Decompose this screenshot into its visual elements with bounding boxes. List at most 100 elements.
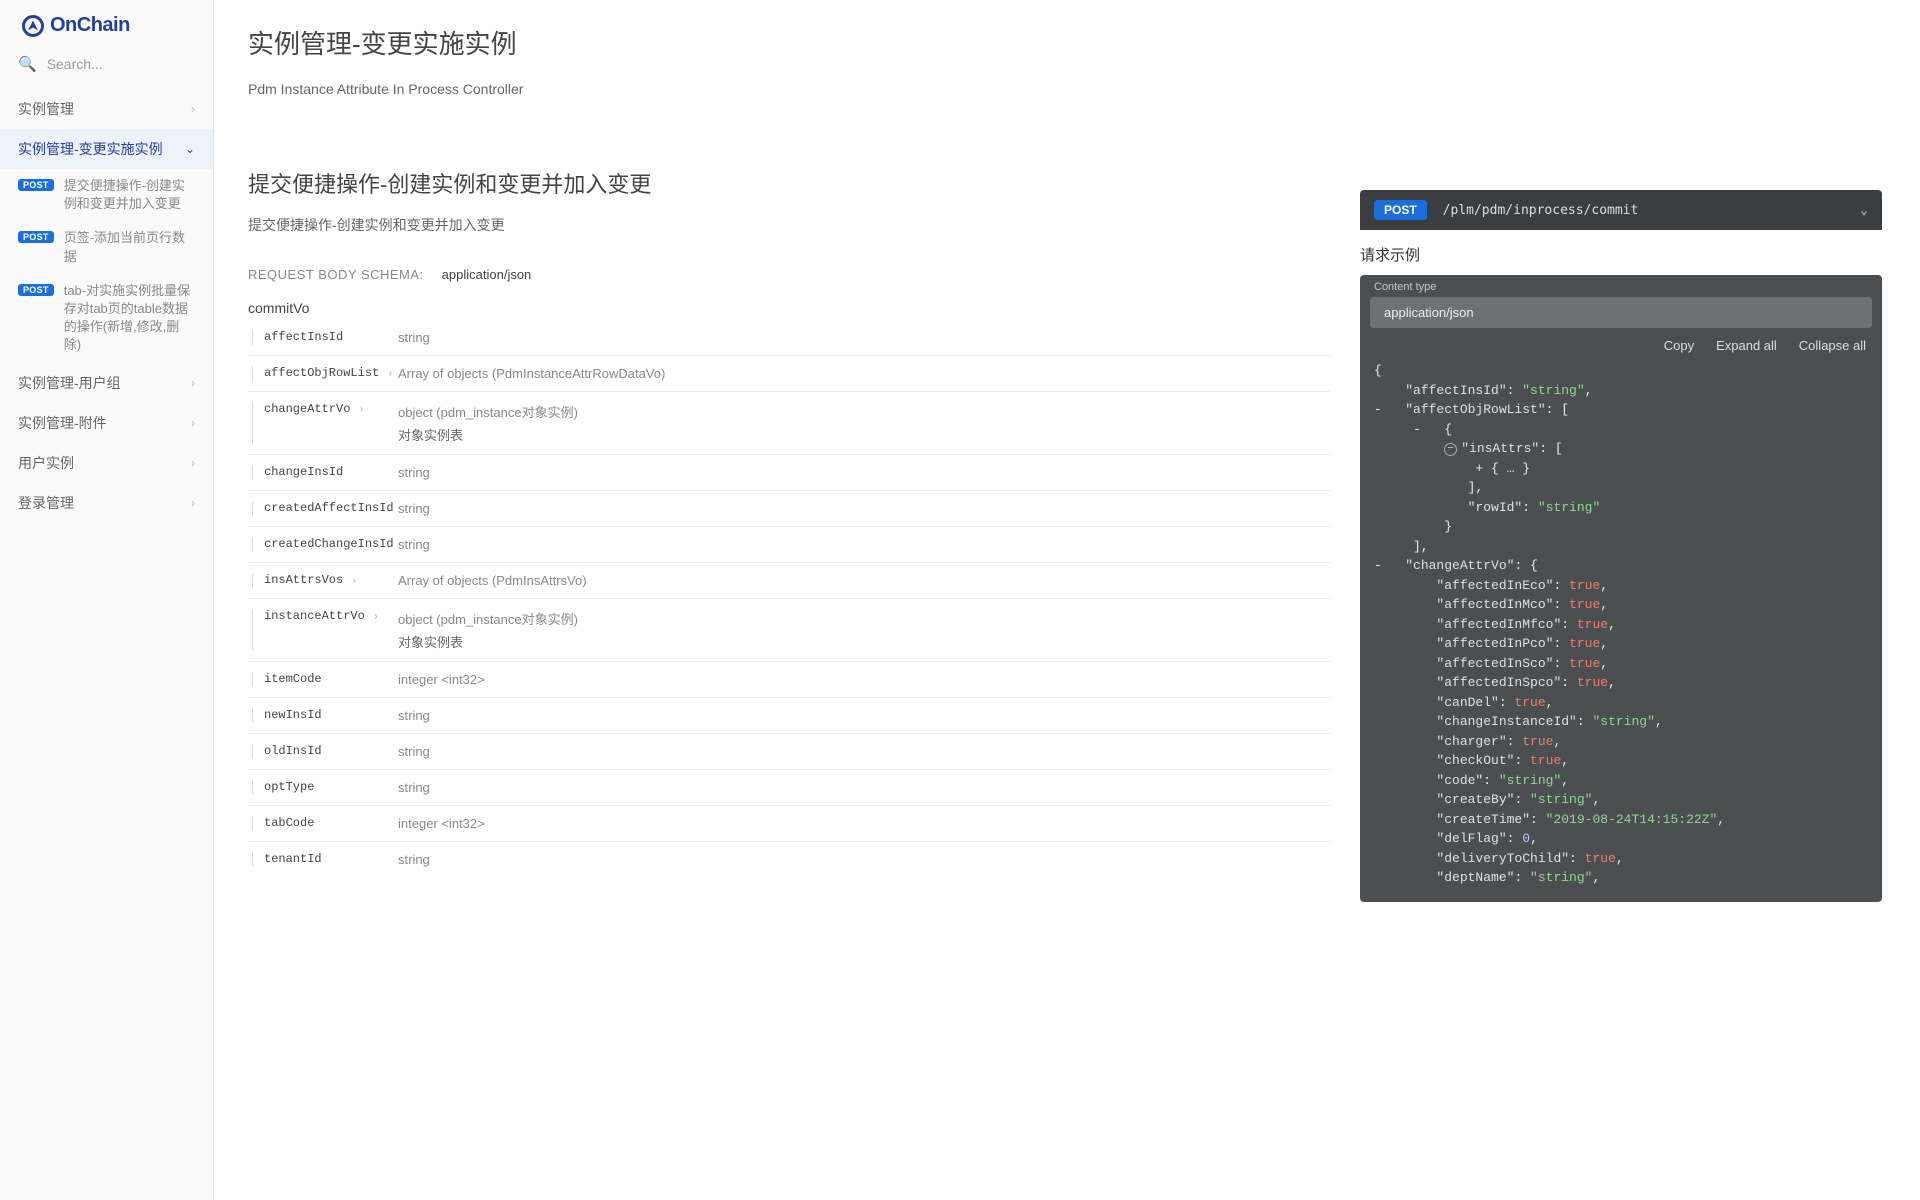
chevron-right-icon: ›: [191, 416, 195, 430]
schema-row: createdAffectInsIdstring: [248, 491, 1330, 527]
schema-row: createdChangeInsIdstring: [248, 527, 1330, 563]
code-tools: Copy Expand all Collapse all: [1360, 328, 1882, 359]
sidebar-group-login[interactable]: 登录管理 ›: [0, 483, 213, 523]
chevron-down-icon: ⌄: [185, 142, 195, 156]
schema-row: optTypestring: [248, 770, 1330, 806]
code-card: Content type application/json Copy Expan…: [1360, 275, 1882, 902]
schema-row: tenantIdstring: [248, 842, 1330, 877]
operation-subtitle: 提交便捷操作-创建实例和变更并加入变更: [248, 215, 1330, 235]
schema-row: oldInsIdstring: [248, 734, 1330, 770]
sidebar-op-tab-add[interactable]: POST 页签-添加当前页行数据: [0, 221, 213, 273]
schema-row: newInsIdstring: [248, 698, 1330, 734]
sidebar-group-usergroup[interactable]: 实例管理-用户组 ›: [0, 363, 213, 403]
sidebar-item-label: tab-对实施实例批量保存对tab页的table数据的操作(新增,修改,删除): [64, 282, 195, 355]
schema-key: insAttrsVos ›: [248, 573, 398, 588]
example-heading: 请求示例: [1360, 244, 1882, 265]
chevron-down-icon: ⌄: [1860, 203, 1868, 218]
schema-key: createdAffectInsId: [248, 501, 398, 516]
schema-key: optType: [248, 780, 398, 795]
chevron-right-icon: ›: [191, 456, 195, 470]
schema-type: string: [398, 744, 1330, 759]
schema-row[interactable]: affectObjRowList ›Array of objects (PdmI…: [248, 356, 1330, 392]
sidebar-group-attachment[interactable]: 实例管理-附件 ›: [0, 403, 213, 443]
chevron-right-icon: ›: [352, 405, 364, 416]
schema-label: REQUEST BODY SCHEMA:: [248, 267, 424, 282]
schema-key: createdChangeInsId: [248, 537, 398, 552]
chevron-right-icon: ›: [191, 376, 195, 390]
schema-desc: 对象实例表: [398, 632, 1330, 651]
content-type-label: Content type: [1360, 275, 1882, 297]
schema-type: string: [398, 852, 1330, 867]
sidebar-group-user-instance[interactable]: 用户实例 ›: [0, 443, 213, 483]
schema-type: Array of objects (PdmInstanceAttrRowData…: [398, 366, 1330, 381]
schema-row: itemCodeinteger <int32>: [248, 662, 1330, 698]
schema-type: object (pdm_instance对象实例)对象实例表: [398, 609, 1330, 651]
schema-row[interactable]: instanceAttrVo ›object (pdm_instance对象实例…: [248, 599, 1330, 662]
schema-row[interactable]: insAttrsVos ›Array of objects (PdmInsAtt…: [248, 563, 1330, 599]
schema-key: tabCode: [248, 816, 398, 831]
request-bar[interactable]: POST /plm/pdm/inprocess/commit ⌄: [1360, 190, 1882, 230]
schema-key: affectInsId: [248, 330, 398, 345]
schema-row[interactable]: changeAttrVo ›object (pdm_instance对象实例)对…: [248, 392, 1330, 455]
schema-type: object (pdm_instance对象实例)对象实例表: [398, 402, 1330, 444]
schema-row: tabCodeinteger <int32>: [248, 806, 1330, 842]
doc-column: 实例管理-变更实施实例 Pdm Instance Attribute In Pr…: [214, 0, 1360, 1200]
sidebar-item-label: 实例管理-附件: [18, 413, 107, 433]
sidebar-sublist: POST 提交便捷操作-创建实例和变更并加入变更 POST 页签-添加当前页行数…: [0, 169, 213, 363]
example-column: POST /plm/pdm/inprocess/commit ⌄ 请求示例 Co…: [1360, 0, 1900, 1200]
sidebar: OnChain 🔍 实例管理 › 实例管理-变更实施实例 ⌄ POST 提交便捷…: [0, 0, 214, 1200]
method-badge: POST: [18, 284, 54, 296]
sidebar-group-instance[interactable]: 实例管理 ›: [0, 89, 213, 129]
json-body[interactable]: { "affectInsId": "string", - "affectObjR…: [1360, 359, 1882, 902]
schema-key: oldInsId: [248, 744, 398, 759]
sidebar-op-tab-batch[interactable]: POST tab-对实施实例批量保存对tab页的table数据的操作(新增,修改…: [0, 274, 213, 363]
expand-all-button[interactable]: Expand all: [1716, 338, 1777, 353]
operation-title: 提交便捷操作-创建实例和变更并加入变更: [248, 167, 1330, 199]
sidebar-op-commit[interactable]: POST 提交便捷操作-创建实例和变更并加入变更: [0, 169, 213, 221]
sidebar-group-change-impl[interactable]: 实例管理-变更实施实例 ⌄: [0, 129, 213, 169]
schema-type: string: [398, 501, 1330, 516]
request-path: /plm/pdm/inprocess/commit: [1443, 203, 1861, 218]
schema-type: string: [398, 330, 1330, 345]
chevron-right-icon: ›: [191, 496, 195, 510]
sidebar-item-label: 实例管理-变更实施实例: [18, 139, 163, 159]
schema-type: Array of objects (PdmInsAttrsVo): [398, 573, 1330, 588]
chevron-right-icon: ›: [381, 369, 393, 380]
schema-key: itemCode: [248, 672, 398, 687]
chevron-right-icon: ›: [367, 612, 379, 623]
search-icon: 🔍: [18, 55, 37, 73]
page-title: 实例管理-变更实施实例: [248, 24, 1330, 61]
controller-name: Pdm Instance Attribute In Process Contro…: [248, 81, 1330, 97]
schema-type: integer <int32>: [398, 672, 1330, 687]
copy-button[interactable]: Copy: [1664, 338, 1694, 353]
nav-list: 实例管理 › 实例管理-变更实施实例 ⌄ POST 提交便捷操作-创建实例和变更…: [0, 89, 213, 523]
schema-key: newInsId: [248, 708, 398, 723]
sidebar-item-label: 页签-添加当前页行数据: [64, 229, 195, 265]
schema-table: affectInsIdstringaffectObjRowList ›Array…: [248, 320, 1330, 877]
sidebar-item-label: 实例管理: [18, 99, 74, 119]
schema-key: changeInsId: [248, 465, 398, 480]
sidebar-item-label: 提交便捷操作-创建实例和变更并加入变更: [64, 177, 195, 213]
schema-header: REQUEST BODY SCHEMA: application/json: [248, 267, 1330, 282]
brand-text: OnChain: [50, 14, 130, 37]
search-bar[interactable]: 🔍: [0, 47, 213, 81]
collapse-all-button[interactable]: Collapse all: [1799, 338, 1866, 353]
schema-content-type: application/json: [442, 267, 532, 282]
chevron-right-icon: ›: [345, 576, 357, 587]
schema-type: string: [398, 537, 1330, 552]
search-input[interactable]: [47, 56, 195, 72]
content-type-value[interactable]: application/json: [1370, 297, 1872, 328]
brand-icon: [22, 15, 44, 37]
schema-row: affectInsIdstring: [248, 320, 1330, 356]
schema-desc: 对象实例表: [398, 425, 1330, 444]
schema-type: string: [398, 708, 1330, 723]
chevron-right-icon: ›: [191, 102, 195, 116]
brand: OnChain: [0, 0, 213, 47]
method-badge: POST: [18, 179, 54, 191]
method-badge: POST: [18, 231, 54, 243]
schema-row: changeInsIdstring: [248, 455, 1330, 491]
schema-type: string: [398, 465, 1330, 480]
schema-key: changeAttrVo ›: [248, 402, 398, 444]
main-content: 实例管理-变更实施实例 Pdm Instance Attribute In Pr…: [214, 0, 1920, 1200]
schema-root-name: commitVo: [248, 300, 1330, 316]
